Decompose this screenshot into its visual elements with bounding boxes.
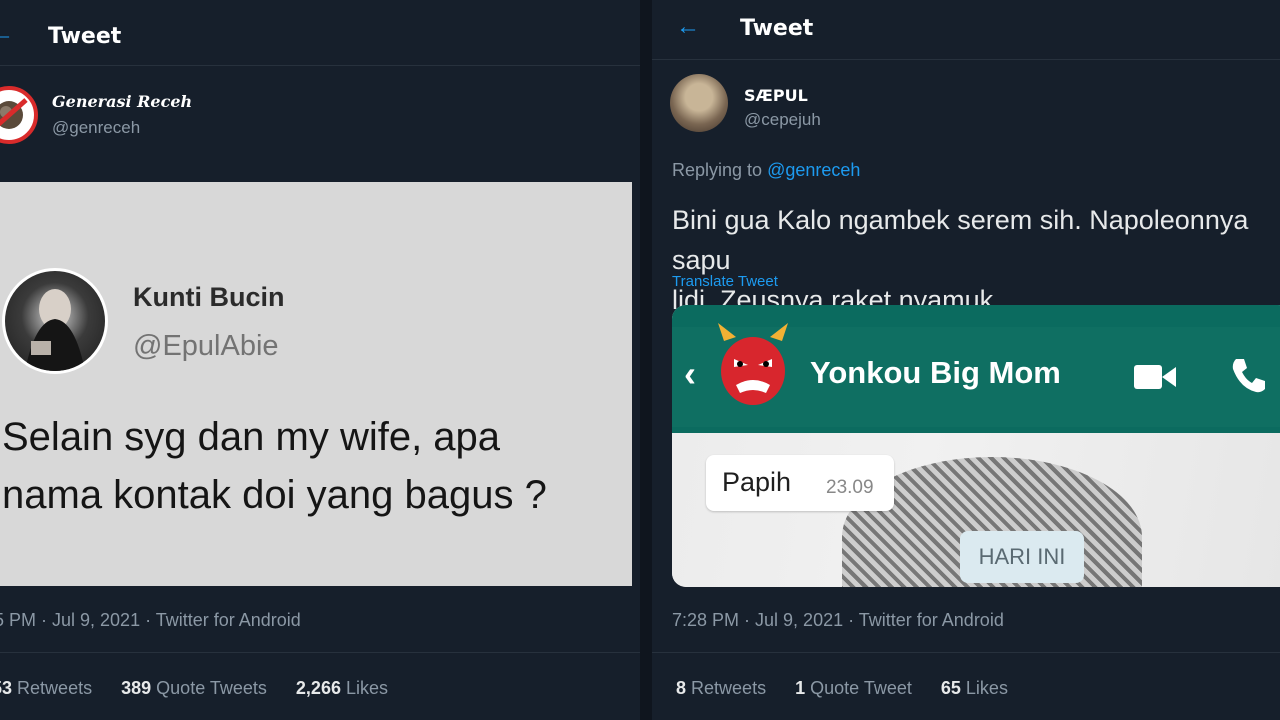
likes-count: 2,266 bbox=[295, 678, 341, 698]
embedded-name: Kunti Bucin bbox=[133, 282, 285, 312]
reply-to-link[interactable]: @genreceh bbox=[767, 160, 860, 180]
embedded-text: Selain syg dan my wife, apa nama kontak … bbox=[2, 415, 547, 517]
retweets-count: 8 bbox=[676, 678, 687, 698]
ogre-emoji-icon bbox=[718, 323, 788, 405]
screenshot-composite: ← Tweet Generasi Receh @genreceh Kunti B… bbox=[0, 0, 1280, 720]
header-title: Tweet bbox=[740, 16, 814, 41]
phone-icon bbox=[1232, 359, 1265, 393]
left-tweet-panel: ← Tweet Generasi Receh @genreceh Kunti B… bbox=[0, 0, 640, 720]
retweets-count: 53 bbox=[0, 678, 13, 698]
right-tweet-header: ← Tweet bbox=[652, 0, 1280, 60]
reply-prefix: Replying to bbox=[672, 160, 763, 180]
quote-tweets-stat[interactable]: 389 Quote Tweets bbox=[121, 678, 267, 698]
author-avatar[interactable] bbox=[0, 86, 38, 144]
panel-divider bbox=[640, 0, 652, 720]
quotes-count: 1 bbox=[795, 678, 806, 698]
replying-to: Replying to @genreceh bbox=[672, 160, 860, 181]
retweets-stat[interactable]: 8 Retweets bbox=[676, 678, 766, 698]
author-display-name[interactable]: SÆPUL bbox=[744, 86, 808, 105]
left-tweet-header: ← Tweet bbox=[0, 0, 640, 66]
whatsapp-chat-body: Papih 23.09 HARI INI bbox=[672, 433, 1280, 587]
tweet-stats: 8 Retweets 1 Quote Tweet 65 Likes bbox=[676, 678, 1032, 699]
tweet-text: Bini gua Kalo ngambek serem sih. Napoleo… bbox=[672, 205, 1249, 315]
retweets-stat[interactable]: 53 Retweets bbox=[0, 678, 92, 698]
divider bbox=[0, 652, 640, 653]
quotes-label: Quote Tweets bbox=[156, 678, 267, 698]
likes-label: Likes bbox=[965, 678, 1008, 698]
message-text: Papih bbox=[722, 467, 792, 497]
author-avatar[interactable] bbox=[670, 74, 728, 132]
right-tweet-panel: ← Tweet SÆPUL @cepejuh Replying to @genr… bbox=[652, 0, 1280, 720]
avatar-figure-icon bbox=[25, 289, 85, 371]
author-handle[interactable]: @genreceh bbox=[52, 118, 140, 138]
date-chip: HARI INI bbox=[960, 531, 1084, 583]
retweets-label: Retweets bbox=[691, 678, 767, 698]
likes-stat[interactable]: 2,266 Likes bbox=[296, 678, 388, 698]
back-arrow-icon: ‹ bbox=[684, 353, 696, 394]
message-time: 23.09 bbox=[826, 477, 874, 498]
tweet-timestamp[interactable]: 7:28 PM · Jul 9, 2021 · Twitter for Andr… bbox=[672, 610, 1004, 631]
embedded-avatar bbox=[2, 268, 108, 374]
contact-name: Yonkou Big Mom bbox=[810, 355, 1061, 390]
tweet-media-image[interactable]: Kunti Bucin @EpulAbie Selain syg dan my … bbox=[0, 182, 632, 586]
embedded-handle: @EpulAbie bbox=[133, 330, 279, 362]
tweet-media-image[interactable]: ‹ Yonkou Big Mom Papih 23.09 HARI INI bbox=[672, 305, 1280, 587]
likes-count: 65 bbox=[940, 678, 961, 698]
message-bubble: Papih 23.09 bbox=[706, 455, 894, 511]
back-arrow-icon[interactable]: ← bbox=[676, 13, 700, 41]
tweet-timestamp[interactable]: 5 PM · Jul 9, 2021 · Twitter for Android bbox=[0, 610, 301, 631]
quotes-label: Quote Tweet bbox=[810, 678, 912, 698]
divider bbox=[652, 652, 1280, 653]
author-display-name[interactable]: Generasi Receh bbox=[52, 92, 192, 111]
likes-label: Likes bbox=[345, 678, 389, 698]
author-handle[interactable]: @cepejuh bbox=[744, 110, 821, 130]
translate-tweet-link[interactable]: Translate Tweet bbox=[672, 273, 778, 290]
video-call-icon bbox=[1134, 365, 1176, 389]
no-sign-icon bbox=[0, 98, 28, 129]
likes-stat[interactable]: 65 Likes bbox=[941, 678, 1008, 698]
quotes-count: 389 bbox=[121, 678, 152, 698]
header-title: Tweet bbox=[48, 24, 122, 49]
whatsapp-header: ‹ Yonkou Big Mom bbox=[672, 305, 1280, 433]
tweet-stats: 53 Retweets 389 Quote Tweets 2,266 Likes bbox=[0, 678, 412, 699]
quote-tweets-stat[interactable]: 1 Quote Tweet bbox=[795, 678, 912, 698]
back-arrow-icon[interactable]: ← bbox=[0, 20, 14, 48]
retweets-label: Retweets bbox=[17, 678, 93, 698]
